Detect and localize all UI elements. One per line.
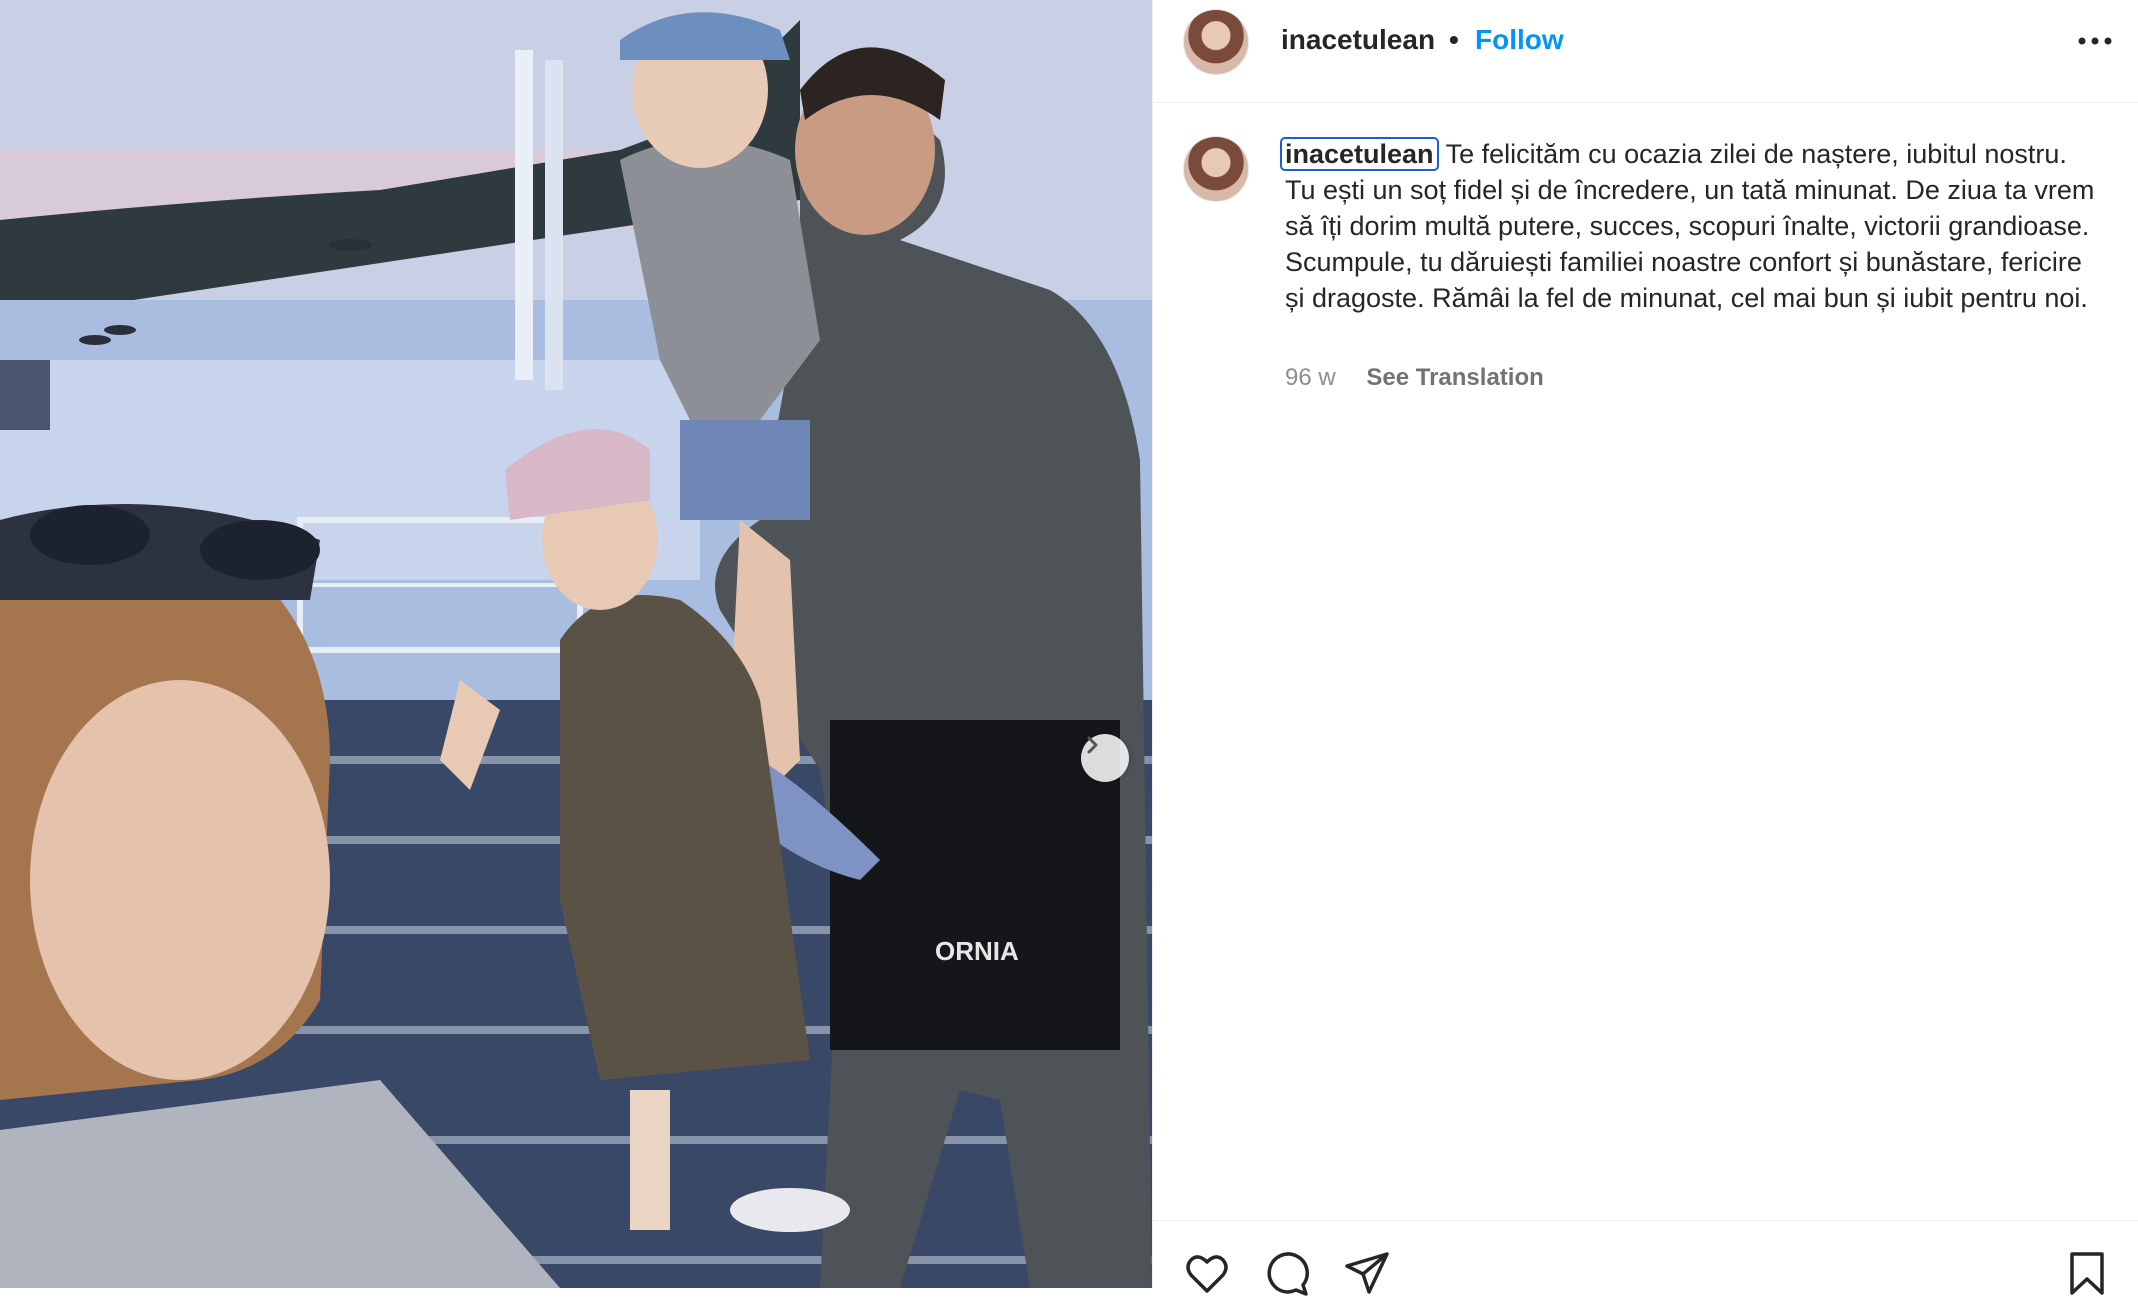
post-caption: inacetulean Te felicităm cu ocazia zilei…	[1280, 136, 2095, 316]
more-horizontal-icon	[2078, 37, 2112, 45]
follow-button[interactable]: Follow	[1475, 24, 1564, 56]
author-avatar[interactable]	[1183, 9, 1249, 75]
caption-meta: 96 w See Translation	[1285, 364, 1544, 392]
heart-icon[interactable]	[1183, 1249, 1231, 1297]
post-header: inacetulean • Follow	[1153, 0, 2138, 103]
chevron-right-icon	[1087, 736, 1098, 754]
header-separator: •	[1449, 24, 1459, 55]
action-bar	[1153, 1220, 2138, 1296]
comment-icon[interactable]	[1263, 1249, 1311, 1297]
author-username[interactable]: inacetulean	[1281, 24, 1435, 56]
carousel-next-button[interactable]	[1081, 734, 1129, 782]
caption-username-link[interactable]: inacetulean	[1280, 137, 1439, 171]
post-side-panel: inacetulean • Follow inacetulean Te feli…	[1152, 0, 2138, 1296]
see-translation-link[interactable]: See Translation	[1366, 364, 1543, 391]
shorts-print: ORNIA	[935, 936, 1019, 966]
more-options-button[interactable]	[2075, 26, 2115, 56]
family-selfie-image: ORNIA	[0, 0, 1152, 1288]
post-photo[interactable]: ORNIA	[0, 0, 1152, 1288]
share-icon[interactable]	[1343, 1249, 1391, 1297]
post-time-ago[interactable]: 96 w	[1285, 364, 1336, 391]
caption-avatar[interactable]	[1183, 136, 1249, 202]
bookmark-icon[interactable]	[2063, 1249, 2111, 1297]
